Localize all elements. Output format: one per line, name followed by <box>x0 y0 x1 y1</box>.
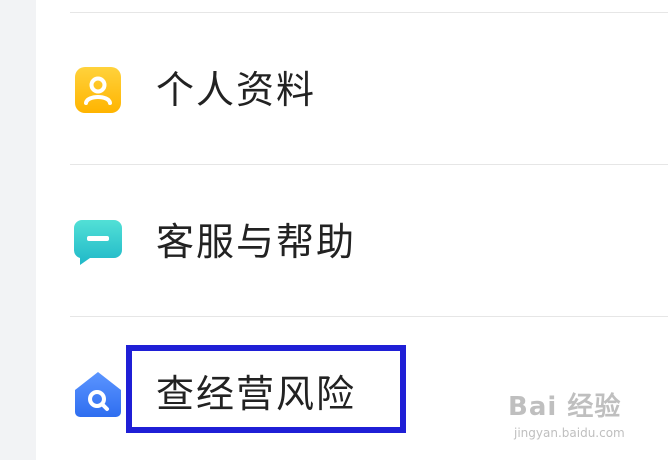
menu-item-help[interactable]: 客服与帮助 <box>36 170 668 310</box>
house-search-icon <box>75 372 121 417</box>
chat-bubble-icon <box>74 220 122 265</box>
watermark: Bai 经验 jingyan.baidu.com <box>506 386 656 452</box>
menu-item-label: 个人资料 <box>156 68 317 112</box>
highlight-annotation-box <box>126 345 406 433</box>
user-profile-icon <box>75 67 121 113</box>
watermark-url: jingyan.baidu.com <box>514 426 625 440</box>
screen: 个人资料 客服与帮助 查经营风险 Bai 经验 jingyan.baidu.co… <box>0 0 668 460</box>
menu-item-profile[interactable]: 个人资料 <box>36 22 668 162</box>
watermark-logo-text: Bai 经验 <box>508 392 622 422</box>
divider <box>70 164 668 165</box>
divider <box>70 12 668 13</box>
divider <box>70 316 668 317</box>
menu-item-label: 客服与帮助 <box>156 220 357 264</box>
